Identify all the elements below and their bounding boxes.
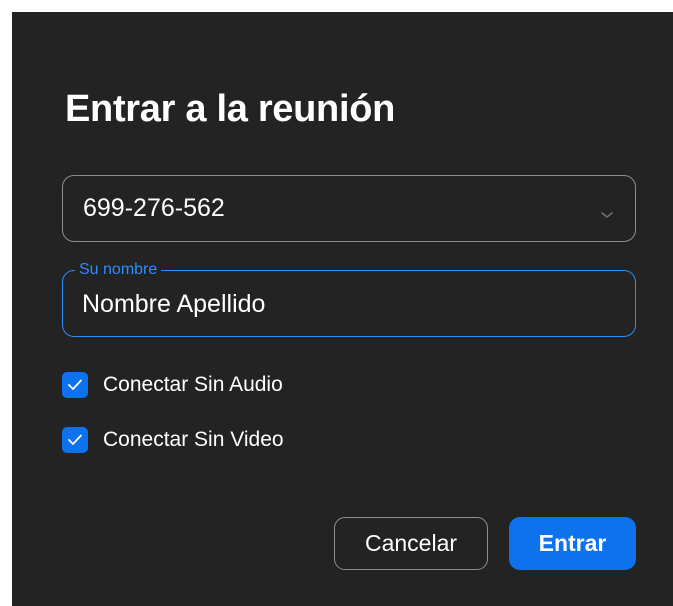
name-field-label: Su nombre <box>75 260 162 279</box>
join-meeting-dialog: Entrar a la reunión 699-276-562 Su nombr… <box>12 12 673 606</box>
meeting-id-value: 699-276-562 <box>83 194 225 222</box>
dialog-title: Entrar a la reunión <box>65 88 396 130</box>
chevron-down-icon[interactable] <box>601 205 613 218</box>
join-button[interactable]: Entrar <box>509 517 636 570</box>
connect-without-audio-label: Conectar Sin Audio <box>103 373 283 396</box>
checkmark-icon <box>68 379 82 390</box>
connect-without-audio-checkbox[interactable] <box>62 372 88 398</box>
connect-without-video-label: Conectar Sin Video <box>103 428 284 451</box>
cancel-button[interactable]: Cancelar <box>334 517 488 570</box>
meeting-id-select[interactable]: 699-276-562 <box>62 175 636 242</box>
connect-without-video-checkbox[interactable] <box>62 427 88 453</box>
name-input[interactable] <box>82 283 602 325</box>
name-field[interactable]: Su nombre <box>62 260 636 337</box>
checkmark-icon <box>68 434 82 445</box>
